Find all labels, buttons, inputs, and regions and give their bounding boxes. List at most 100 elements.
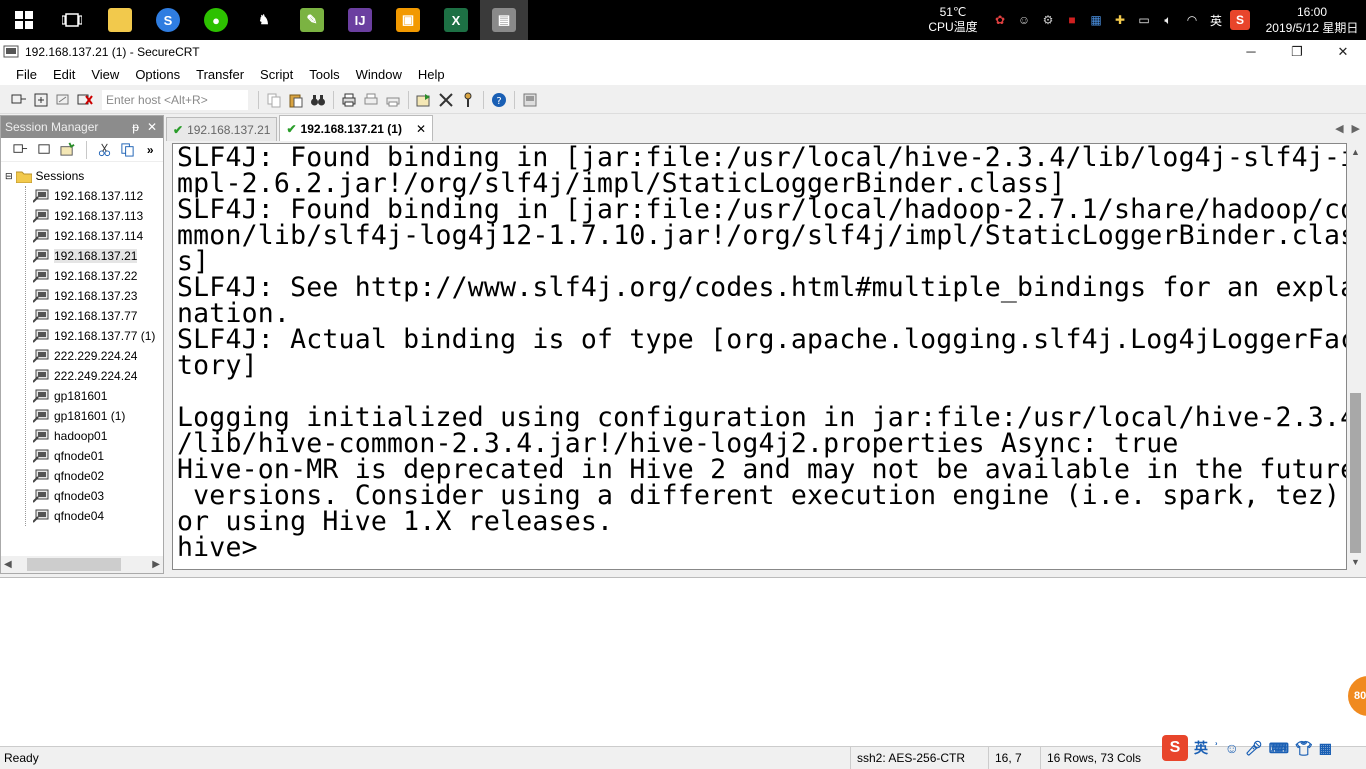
ime-mode-toggle[interactable]: 英 <box>1194 738 1208 758</box>
sogou-ime-logo[interactable]: S <box>1162 735 1188 761</box>
taskbar-sogou-browser[interactable]: S <box>144 0 192 40</box>
ime-indicator[interactable]: 英 <box>1206 10 1226 30</box>
scroll-thumb[interactable] <box>1350 393 1361 553</box>
session-item-label: hadoop01 <box>54 429 108 443</box>
copy-button[interactable] <box>264 90 284 110</box>
sm-cut-button[interactable] <box>95 140 113 160</box>
punctuation-icon[interactable]: ʾ <box>1214 740 1219 756</box>
tab-close-icon[interactable]: ✕ <box>416 122 426 136</box>
taskbar-securecrt[interactable]: ▤ <box>480 0 528 40</box>
menu-edit[interactable]: Edit <box>45 67 83 82</box>
tab-scroll-left-icon[interactable]: ◀ <box>1335 122 1343 135</box>
session-manager-close-icon[interactable]: ✕ <box>147 120 157 134</box>
scroll-thumb[interactable] <box>27 558 121 571</box>
tree-root-label: Sessions <box>35 169 85 183</box>
taskbar-excel[interactable]: X <box>432 0 480 40</box>
status-terminal-size: 16 Rows, 73 Cols <box>1040 746 1160 769</box>
terminal-view[interactable]: SLF4J: Found binding in [jar:file:/usr/l… <box>172 143 1347 570</box>
tray-plus-icon[interactable]: ✚ <box>1110 10 1130 30</box>
tab-192-168-137-21-1[interactable]: ✔ 192.168.137.21 (1) ✕ <box>279 115 434 141</box>
wifi-icon[interactable]: ◠ <box>1182 10 1202 30</box>
print-button[interactable] <box>339 90 359 110</box>
menu-tools[interactable]: Tools <box>301 67 347 82</box>
sogou-tray-icon[interactable]: S <box>1230 10 1250 30</box>
paste-button[interactable] <box>286 90 306 110</box>
menu-file[interactable]: File <box>8 67 45 82</box>
global-options-button[interactable] <box>436 90 456 110</box>
sm-connect-tab-button[interactable] <box>36 140 54 160</box>
tray-battery-icon[interactable]: ▭ <box>1134 10 1154 30</box>
help-button[interactable]: ? <box>489 90 509 110</box>
session-item-label: 222.249.224.24 <box>54 369 138 383</box>
session-icon <box>33 509 49 523</box>
taskbar-intellij[interactable]: IJ <box>336 0 384 40</box>
menu-help[interactable]: Help <box>410 67 453 82</box>
taskbar-vmware[interactable]: ▣ <box>384 0 432 40</box>
disconnect-button[interactable] <box>75 90 95 110</box>
tab-192-168-137-21[interactable]: ✔ 192.168.137.21 <box>166 117 278 141</box>
terminal-vertical-scrollbar[interactable]: ▲ ▼ <box>1347 143 1364 570</box>
toolbox-icon[interactable]: ▦ <box>1319 740 1332 757</box>
reconnect-button[interactable] <box>53 90 73 110</box>
emoji-icon[interactable]: ☺ <box>1225 740 1239 756</box>
cpu-temperature[interactable]: 51℃ CPU温度 <box>918 5 988 35</box>
sftp-button[interactable] <box>520 90 540 110</box>
tray-flower-icon[interactable]: ✿ <box>990 10 1010 30</box>
keymap-button[interactable] <box>458 90 478 110</box>
microphone-icon[interactable]: 🎤︎ <box>1245 740 1263 757</box>
sm-connect-button[interactable] <box>12 140 30 160</box>
menu-transfer[interactable]: Transfer <box>188 67 252 82</box>
print-setup-button[interactable] <box>383 90 403 110</box>
command-window[interactable] <box>0 577 1366 746</box>
session-icon <box>33 329 49 343</box>
menu-options[interactable]: Options <box>127 67 188 82</box>
enter-host-input[interactable] <box>102 89 248 110</box>
sm-more-button[interactable]: » <box>141 140 159 160</box>
menu-window[interactable]: Window <box>348 67 410 82</box>
terminal-output[interactable]: SLF4J: Found binding in [jar:file:/usr/l… <box>173 144 1346 561</box>
scroll-right-icon[interactable]: ▶ <box>152 559 160 570</box>
tree-root-sessions[interactable]: ⊟ Sessions <box>1 166 163 186</box>
restore-button[interactable]: ❐ <box>1274 40 1320 63</box>
task-view-button[interactable] <box>48 0 96 40</box>
tray-user-icon[interactable]: ☺ <box>1014 10 1034 30</box>
quick-connect-button[interactable] <box>31 90 51 110</box>
session-options-button[interactable] <box>414 90 434 110</box>
find-button[interactable] <box>308 90 328 110</box>
taskbar-notepad[interactable]: ✎ <box>288 0 336 40</box>
user-icon[interactable]: 👕︎ <box>1295 740 1313 757</box>
clock[interactable]: 16:00 2019/5/12 星期日 <box>1258 4 1366 36</box>
connect-button[interactable] <box>9 90 29 110</box>
folder-icon <box>108 8 132 32</box>
keyboard-icon[interactable]: ⌨ <box>1269 740 1289 757</box>
start-button[interactable] <box>0 0 48 40</box>
scroll-down-icon[interactable]: ▼ <box>1347 553 1364 570</box>
menu-script[interactable]: Script <box>252 67 301 82</box>
print-selection-button[interactable] <box>361 90 381 110</box>
menu-view[interactable]: View <box>83 67 127 82</box>
connect-icon <box>11 94 26 103</box>
taskbar-wechat[interactable]: ● <box>192 0 240 40</box>
sm-new-session-button[interactable] <box>59 140 77 160</box>
connect-tab-icon <box>38 144 50 154</box>
taskbar-qq[interactable]: ♞ <box>240 0 288 40</box>
session-tree: ⊟ Sessions 192.168.137.112 192.168.137.11… <box>1 162 163 526</box>
scroll-left-icon[interactable]: ◀ <box>4 559 12 570</box>
close-button[interactable]: ✕ <box>1320 40 1366 63</box>
session-icon <box>33 209 49 223</box>
toolbar-separator <box>258 90 259 109</box>
minimize-button[interactable]: ─ <box>1228 40 1274 63</box>
pin-icon[interactable]: ᵽ <box>132 120 139 134</box>
tab-scroll-right-icon[interactable]: ▶ <box>1352 122 1360 135</box>
sm-copy-button[interactable] <box>119 140 137 160</box>
terminal-line: hive> <box>177 532 258 563</box>
tray-record-icon[interactable]: ■ <box>1062 10 1082 30</box>
tray-app-icon[interactable]: ▦ <box>1086 10 1106 30</box>
scroll-up-icon[interactable]: ▲ <box>1347 143 1364 160</box>
collapse-icon[interactable]: ⊟ <box>5 171 13 182</box>
session-horizontal-scrollbar[interactable]: ◀ ▶ <box>1 556 163 573</box>
taskbar-file-explorer[interactable] <box>96 0 144 40</box>
windows-taskbar: S ● ♞ ✎ IJ ▣ X ▤ 51℃ CPU温度 ✿ ☺ ⚙ ■ ▦ ✚ ▭… <box>0 0 1366 40</box>
volume-icon[interactable]: 🔈︎ <box>1158 10 1178 30</box>
tray-tool-icon[interactable]: ⚙ <box>1038 10 1058 30</box>
